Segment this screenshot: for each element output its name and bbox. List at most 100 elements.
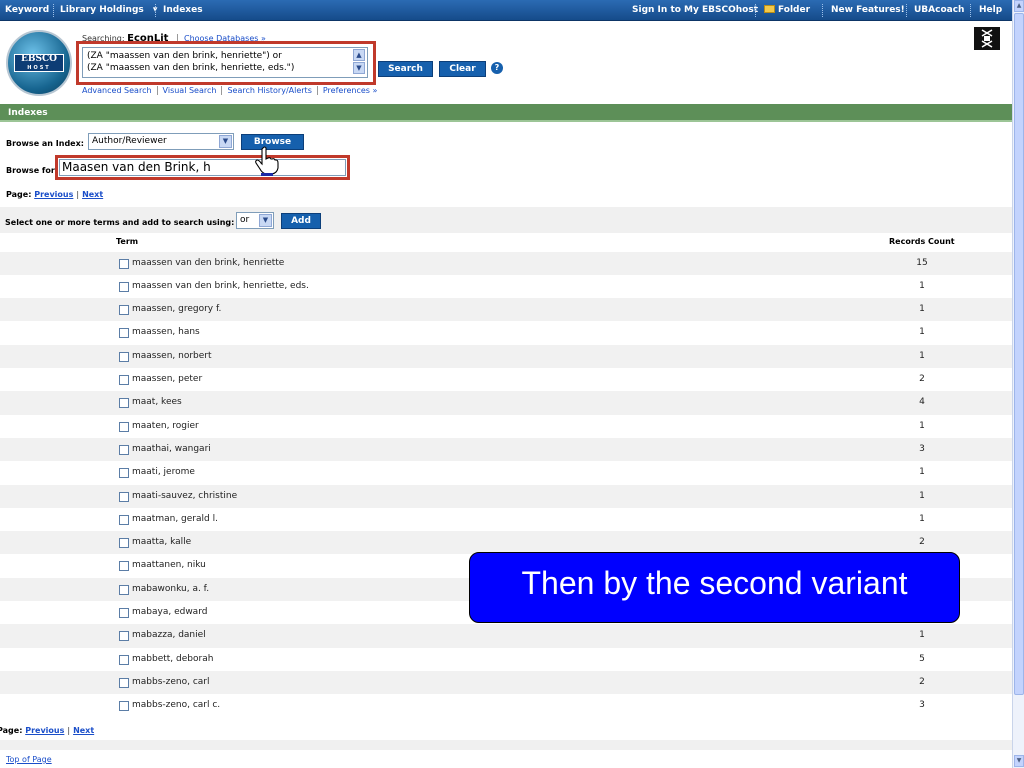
table-row: maat, kees 4 xyxy=(0,391,1012,415)
scroll-up-icon[interactable]: ▲ xyxy=(353,49,365,61)
nav-library-holdings[interactable]: Library Holdings ▾ xyxy=(60,0,157,21)
page-label: Page: xyxy=(0,726,23,735)
top-nav-bar: Keyword Library Holdings ▾ Indexes Sign … xyxy=(0,0,1012,21)
close-icon[interactable] xyxy=(974,27,1000,50)
annotation-callout: Then by the second variant xyxy=(469,552,960,623)
term-checkbox[interactable] xyxy=(119,328,129,339)
term-checkbox[interactable] xyxy=(119,258,129,269)
term-label[interactable]: maati, jerome xyxy=(132,467,195,477)
term-checkbox[interactable] xyxy=(119,608,129,618)
term-checkbox[interactable] xyxy=(119,538,129,549)
scroll-down-icon[interactable]: ▼ xyxy=(353,62,365,74)
nav-sign-in[interactable]: Sign In to My EBSCOhost xyxy=(632,0,758,21)
textarea-scrollbar[interactable]: ▲ ▼ xyxy=(353,49,366,76)
nav-separator xyxy=(53,4,54,17)
uva-logo-icon xyxy=(981,29,993,48)
records-count: 1 xyxy=(919,630,925,641)
search-query-textarea[interactable]: (ZA "maassen van den brink, henriette") … xyxy=(82,47,368,78)
term-checkbox[interactable] xyxy=(119,631,129,642)
term-label[interactable]: maatta, kalle xyxy=(132,537,191,547)
term-label[interactable]: maat, kees xyxy=(132,397,182,407)
records-count: 1 xyxy=(919,350,925,361)
records-count: 1 xyxy=(919,280,925,291)
term-label[interactable]: mabawonku, a. f. xyxy=(132,584,209,594)
nav-keyword[interactable]: Keyword xyxy=(5,0,49,21)
term-checkbox[interactable] xyxy=(119,305,129,316)
search-links: Advanced Search Visual Search Search Histo… xyxy=(82,86,383,95)
help-icon[interactable]: ? xyxy=(491,62,503,74)
nav-folder[interactable]: Folder xyxy=(764,0,810,21)
term-label[interactable]: maatman, gerald l. xyxy=(132,514,218,524)
term-checkbox[interactable] xyxy=(119,677,129,688)
term-checkbox[interactable] xyxy=(119,514,129,525)
term-checkbox[interactable] xyxy=(119,281,129,292)
chevron-down-icon: ▼ xyxy=(219,135,232,148)
term-checkbox[interactable] xyxy=(119,375,129,385)
previous-page-link[interactable]: Previous xyxy=(25,726,64,735)
term-checkbox[interactable] xyxy=(119,491,129,502)
nav-separator xyxy=(906,4,907,17)
browse-index-label: Browse an Index: xyxy=(6,139,84,148)
term-checkbox[interactable] xyxy=(119,654,129,665)
table-row: maassen van den brink, henriette 15 xyxy=(0,251,1012,275)
term-label[interactable]: mabbs-zeno, carl c. xyxy=(132,700,220,710)
term-label[interactable]: maattanen, niku xyxy=(132,560,206,570)
term-label[interactable]: maassen van den brink, henriette, eds. xyxy=(132,281,309,291)
table-row: maaten, rogier 1 xyxy=(0,415,1012,438)
table-row: maassen, peter 2 xyxy=(0,368,1012,391)
browse-for-input[interactable]: Maasen van den Brink, h xyxy=(59,159,346,176)
nav-indexes[interactable]: Indexes xyxy=(163,0,203,21)
term-label[interactable]: maassen van den brink, henriette xyxy=(132,258,284,268)
column-header-records-count: Records Count xyxy=(889,237,955,246)
term-label[interactable]: mabbett, deborah xyxy=(132,654,213,664)
add-button[interactable]: Add xyxy=(281,213,321,229)
table-row: maatta, kalle 2 xyxy=(0,531,1012,555)
clear-button[interactable]: Clear xyxy=(439,61,486,77)
table-row: maassen van den brink, henriette, eds. 1 xyxy=(0,275,1012,298)
ebsco-host-logo[interactable]: EBSCO HOST xyxy=(6,30,72,96)
term-checkbox[interactable] xyxy=(119,421,129,432)
scrollbar-thumb[interactable] xyxy=(1014,13,1024,695)
term-label[interactable]: maassen, gregory f. xyxy=(132,304,221,314)
term-checkbox[interactable] xyxy=(119,351,129,362)
footer-bar xyxy=(0,740,1012,750)
advanced-search-link[interactable]: Advanced Search xyxy=(82,86,157,95)
term-label[interactable]: maassen, hans xyxy=(132,327,200,337)
scroll-down-icon[interactable]: ▼ xyxy=(1014,755,1024,767)
folder-icon xyxy=(764,5,775,13)
term-label[interactable]: mabbs-zeno, carl xyxy=(132,677,210,687)
hand-cursor-icon xyxy=(255,146,279,176)
visual-search-link[interactable]: Visual Search xyxy=(156,86,222,95)
nav-new-features[interactable]: New Features! xyxy=(831,0,905,21)
term-label[interactable]: maati-sauvez, christine xyxy=(132,491,237,501)
nav-ubacoach[interactable]: UBAcoach xyxy=(914,0,964,21)
term-label[interactable]: maathai, wangari xyxy=(132,444,211,454)
preferences-link[interactable]: Preferences » xyxy=(316,86,383,95)
paging-separator: | xyxy=(76,190,80,199)
boolean-operator-select[interactable]: or ▼ xyxy=(236,212,274,229)
scroll-up-icon[interactable]: ▲ xyxy=(1014,0,1024,12)
term-label[interactable]: maaten, rogier xyxy=(132,421,199,431)
term-checkbox[interactable] xyxy=(119,701,129,712)
search-history-link[interactable]: Search History/Alerts xyxy=(221,86,317,95)
page-scrollbar[interactable]: ▲ ▼ xyxy=(1012,0,1024,768)
next-page-link[interactable]: Next xyxy=(82,190,103,199)
records-count: 15 xyxy=(916,257,928,268)
term-checkbox[interactable] xyxy=(119,584,129,595)
term-checkbox[interactable] xyxy=(119,561,129,572)
term-checkbox[interactable] xyxy=(119,444,129,455)
previous-page-link[interactable]: Previous xyxy=(34,190,73,199)
search-button[interactable]: Search xyxy=(378,61,433,77)
records-count: 1 xyxy=(919,327,925,338)
term-label[interactable]: maassen, peter xyxy=(132,374,202,384)
index-select[interactable]: Author/Reviewer ▼ xyxy=(88,133,234,150)
term-label[interactable]: mabaya, edward xyxy=(132,607,207,617)
top-of-page-link[interactable]: Top of Page xyxy=(6,755,52,764)
term-label[interactable]: mabazza, daniel xyxy=(132,630,206,640)
table-row: mabbs-zeno, carl c. 3 xyxy=(0,694,1012,717)
term-label[interactable]: maassen, norbert xyxy=(132,351,212,361)
term-checkbox[interactable] xyxy=(119,468,129,479)
nav-help[interactable]: Help xyxy=(979,0,1002,21)
term-checkbox[interactable] xyxy=(119,398,129,409)
next-page-link[interactable]: Next xyxy=(73,726,94,735)
